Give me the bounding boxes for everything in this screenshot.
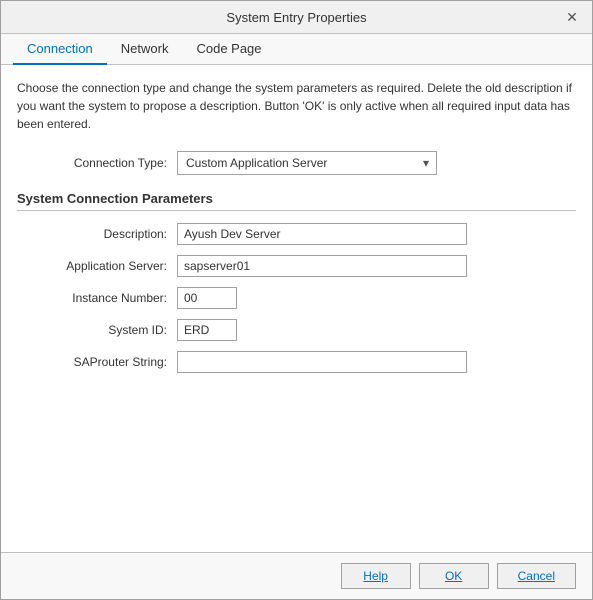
connection-type-select[interactable]: Custom Application Server Group/Server S… (177, 151, 437, 175)
dialog-body: Choose the connection type and change th… (1, 65, 592, 552)
system-id-row: System ID: (17, 319, 576, 341)
description-input[interactable] (177, 223, 467, 245)
application-server-row: Application Server: (17, 255, 576, 277)
description-label: Description: (17, 227, 177, 241)
instance-number-row: Instance Number: (17, 287, 576, 309)
system-id-input[interactable] (177, 319, 237, 341)
system-entry-properties-dialog: System Entry Properties ✕ Connection Net… (0, 0, 593, 600)
connection-type-row: Connection Type: Custom Application Serv… (47, 151, 576, 175)
tab-bar: Connection Network Code Page (1, 34, 592, 65)
close-button[interactable]: ✕ (564, 9, 580, 25)
cancel-button[interactable]: Cancel (497, 563, 576, 589)
description-text: Choose the connection type and change th… (17, 79, 576, 133)
section-title: System Connection Parameters (17, 191, 576, 211)
tab-code-page[interactable]: Code Page (182, 34, 275, 65)
dialog-footer: Help OK Cancel (1, 552, 592, 599)
description-row: Description: (17, 223, 576, 245)
instance-number-label: Instance Number: (17, 291, 177, 305)
connection-type-select-wrapper: Custom Application Server Group/Server S… (177, 151, 437, 175)
system-id-label: System ID: (17, 323, 177, 337)
ok-button[interactable]: OK (419, 563, 489, 589)
dialog-title: System Entry Properties (29, 10, 564, 25)
help-button[interactable]: Help (341, 563, 411, 589)
application-server-input[interactable] (177, 255, 467, 277)
connection-type-label: Connection Type: (47, 156, 177, 170)
tab-connection[interactable]: Connection (13, 34, 107, 65)
instance-number-input[interactable] (177, 287, 237, 309)
titlebar: System Entry Properties ✕ (1, 1, 592, 34)
tab-network[interactable]: Network (107, 34, 183, 65)
saprouter-row: SAProuter String: (17, 351, 576, 373)
application-server-label: Application Server: (17, 259, 177, 273)
saprouter-label: SAProuter String: (17, 355, 177, 369)
saprouter-input[interactable] (177, 351, 467, 373)
